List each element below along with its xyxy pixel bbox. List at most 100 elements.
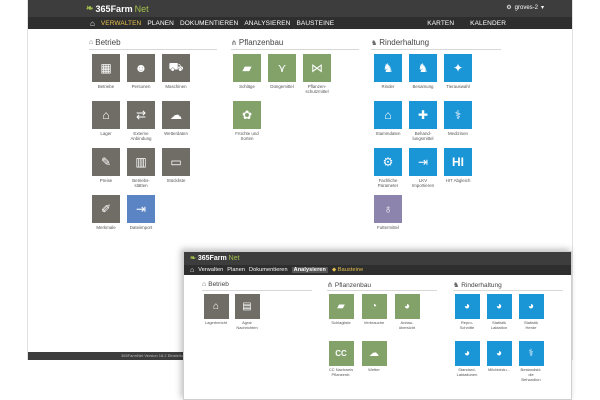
divider — [327, 290, 437, 291]
tile-wetter[interactable]: ☁ Wetter — [359, 341, 389, 373]
tile-stammdaten[interactable]: ⌂ Stammdaten — [371, 101, 405, 136]
barn-icon: ⌂ — [89, 39, 94, 46]
connection-icon: ⇄ — [127, 101, 155, 129]
pie-chart-icon: ◕ — [454, 341, 480, 366]
section-rinderhaltung-title: ♞ Rinderhaltung — [453, 281, 502, 290]
feed-sack-icon: ♁ — [374, 195, 402, 223]
section-pflanzenbau-title: ⋔ Pflanzenbau — [327, 281, 372, 290]
tile-besamung[interactable]: ♞ Besamung — [406, 54, 440, 89]
syringe-icon: ✚ — [409, 101, 437, 129]
tile-futtermittel[interactable]: ♁ Futtermittel — [371, 195, 405, 230]
leaf-icon: ❧ — [190, 255, 196, 262]
nav-karten[interactable]: KARTEN — [427, 20, 454, 27]
section-betrieb-title: ⌂ Betrieb — [89, 38, 121, 47]
import-icon: ⇥ — [127, 195, 155, 223]
tile-verbrauche[interactable]: ◔ Verbrauche — [359, 294, 389, 326]
tile-preise[interactable]: ✎ Preise — [89, 148, 123, 183]
app-logo[interactable]: ❧ 365Farm Net — [86, 3, 149, 14]
tile-pflanzenschutzmittel[interactable]: ⋈ Pflanzen- schutzmittel — [300, 54, 334, 95]
selection-icon: ✦ — [444, 54, 472, 82]
field-icon: ▰ — [233, 54, 261, 82]
nav-verwalten[interactable]: VERWALTEN — [101, 20, 142, 27]
tile-behandlungsmittel[interactable]: ✚ Behand- lungsmittel — [406, 101, 440, 142]
tile-agrar-nachrichten[interactable]: ▤ Agrar Nachrichten — [232, 294, 262, 331]
tile-lkv-importieren[interactable]: ⇥ LKV Importieren — [406, 148, 440, 189]
tile-repro-schnitte[interactable]: ◕ Repro- Schnitte — [452, 294, 482, 331]
tile-personen[interactable]: ☻ Personen — [124, 54, 158, 89]
sprayer-icon: ⋈ — [303, 54, 331, 82]
user-menu[interactable]: ⚙ groves-2 ▾ — [506, 4, 544, 12]
top-bar: ❧ 365Farm Net ⚙ groves-2 ▾ — [28, 0, 572, 17]
tile-anbauuebersicht[interactable]: ◕ Anbau- übersicht — [392, 294, 422, 331]
tile-tierauswahl[interactable]: ✦ Tierauswahl — [441, 54, 475, 89]
tile-duengemittel[interactable]: ⋎ Düngemittel — [265, 54, 299, 89]
chevron-down-icon: ▾ — [540, 5, 544, 11]
nav-kalender[interactable]: KALENDER — [470, 20, 506, 27]
nav-dokumentieren[interactable]: DOKUMENTIEREN — [180, 20, 238, 27]
cow-icon: ♞ — [374, 54, 402, 82]
app-window-analysieren: ❧ 365Farm Net ⌂ Verwalten Planen Dokument… — [183, 251, 572, 400]
tile-betriebsstaetten[interactable]: ▥ Betriebs- stätten — [124, 148, 158, 189]
nav-bausteine[interactable]: BAUSTEINE — [296, 20, 334, 27]
home-icon[interactable]: ⌂ — [190, 267, 194, 274]
tile-fruechte-sorten[interactable]: ✿ Früchte und Sorten — [230, 101, 264, 142]
price-tag-icon: ✎ — [92, 148, 120, 176]
tile-dateiimport[interactable]: ⇥ Dateiimport — [124, 195, 158, 230]
main-nav: ⌂ VERWALTEN PLANEN DOKUMENTIEREN ANALYSI… — [28, 17, 572, 29]
plant-icon: ✿ — [233, 101, 261, 129]
tile-cc-nachweis[interactable]: CC CC Nachweis Pflanzenb. — [326, 341, 356, 378]
tile-fachliche-parameter[interactable]: ⚙ Fachliche Parameter — [371, 148, 405, 189]
main-nav: ⌂ Verwalten Planen Dokumentieren Analysi… — [184, 265, 571, 275]
barn-icon: ⌂ — [202, 281, 207, 288]
weather-icon: ☁ — [162, 101, 190, 129]
nav-dokumentieren[interactable]: Dokumentieren — [249, 267, 288, 273]
nav-verwalten[interactable]: Verwalten — [198, 267, 223, 273]
divider — [89, 49, 217, 50]
leaf-icon: ❧ — [86, 3, 94, 13]
nav-analysieren[interactable]: ANALYSIEREN — [244, 20, 290, 27]
weather-icon: ☁ — [361, 341, 387, 366]
tile-betriebe[interactable]: ▦ Betriebe — [89, 54, 123, 89]
tile-maschinen[interactable]: ⛟ Maschinen — [159, 54, 193, 89]
tile-merkmale[interactable]: ✐ Merkmale — [89, 195, 123, 230]
tile-schlaege[interactable]: ▰ Schläge — [230, 54, 264, 89]
news-icon: ▤ — [234, 294, 260, 319]
tile-hit-abgleich[interactable]: HI HIT Abgleich — [441, 148, 475, 183]
nav-planen[interactable]: PLANEN — [147, 20, 174, 27]
tile-wetterdaten[interactable]: ☁ Wetterdaten — [159, 101, 193, 136]
pie-chart-icon: ◕ — [486, 341, 512, 366]
app-logo[interactable]: ❧ 365Farm Net — [190, 254, 240, 263]
tile-bestandsblatt[interactable]: ⚕ Bestandsbl. die Behandlun — [516, 341, 546, 382]
nav-bausteine[interactable]: ◆ Bausteine — [332, 267, 363, 273]
tile-stueckliste[interactable]: ▭ Stückliste — [159, 148, 193, 183]
barn-icon: ⌂ — [374, 101, 402, 129]
footer-bar: 365FarmNet Version 18.2 Einstellungen — [28, 352, 192, 360]
tile-medizinen[interactable]: ⚕ Medizinen — [441, 101, 475, 136]
tile-standard-laktationen[interactable]: ◕ Standard- Laktationen — [452, 341, 482, 378]
tile-rinder[interactable]: ♞ Rinder — [371, 54, 405, 89]
gear-icon: ⚙ — [506, 5, 512, 11]
list-icon: ▭ — [162, 148, 190, 176]
home-icon[interactable]: ⌂ — [90, 19, 95, 28]
tile-milchleistung[interactable]: ◕ Milchleistu... — [484, 341, 514, 373]
pie-chart-icon: ◕ — [486, 294, 512, 319]
field-list-icon: ▰ — [328, 294, 354, 319]
warehouse-icon: ⌂ — [92, 101, 120, 129]
cow-icon: ♞ — [453, 282, 460, 289]
medicine-icon: ⚕ — [444, 101, 472, 129]
tile-statistik-herde[interactable]: ◕ Statistik Herde — [516, 294, 546, 331]
buildings-icon: ▥ — [127, 148, 155, 176]
nav-planen[interactable]: Planen — [227, 267, 245, 273]
tile-lagerbericht[interactable]: ⌂ Lagerbericht — [201, 294, 231, 326]
divider — [202, 290, 312, 291]
gear-icon: ⚙ — [374, 148, 402, 176]
nav-analysieren[interactable]: Analysieren — [291, 267, 328, 273]
top-bar: ❧ 365Farm Net — [184, 252, 571, 265]
tile-externe-anbindung[interactable]: ⇄ Externe Anbindung — [124, 101, 158, 142]
pie-chart-icon: ◕ — [394, 294, 420, 319]
pie-chart-icon: ◕ — [454, 294, 480, 319]
tile-lager[interactable]: ⌂ Lager — [89, 101, 123, 136]
tile-schlagliste[interactable]: ▰ Schlagliste — [326, 294, 356, 326]
section-betrieb-title: ⌂ Betrieb — [202, 281, 229, 288]
tile-statistik-laktation[interactable]: ◕ Statistik Laktation — [484, 294, 514, 331]
